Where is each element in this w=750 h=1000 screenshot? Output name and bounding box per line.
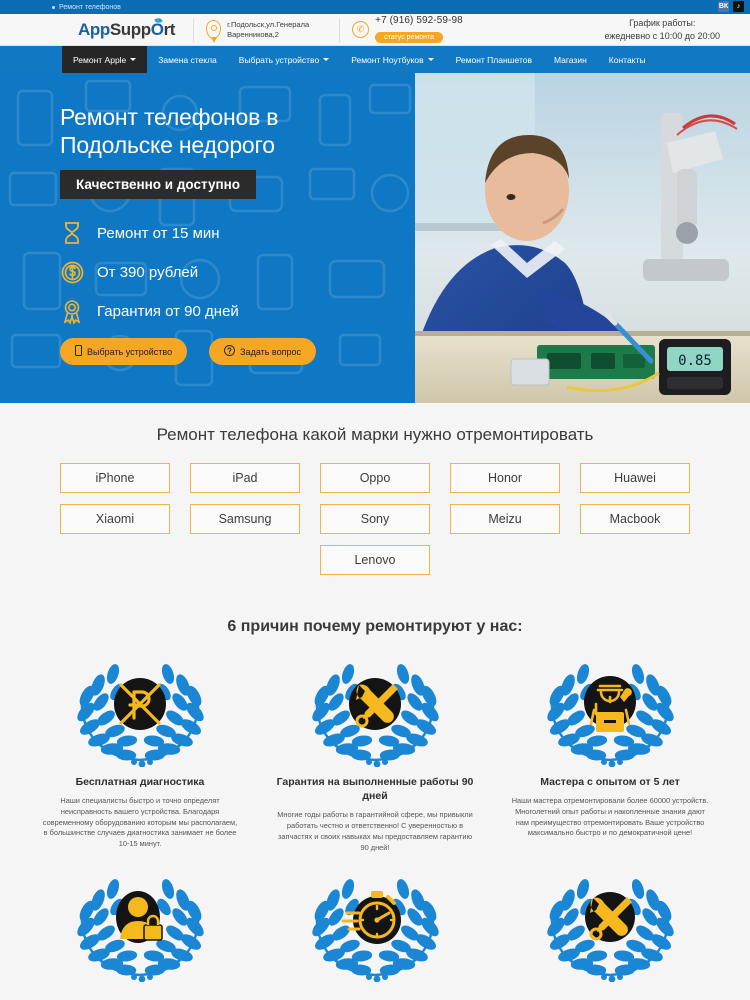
hourglass-icon [60,221,84,245]
phone-device-icon [75,345,82,358]
top-bar-label: Ремонт телефонов [59,3,121,11]
reason-heading: Бесплатная диагностика [75,776,205,788]
crossed-ruble-icon [68,652,213,768]
hero-banner: Ремонт телефонов в Подольске недорого Ка… [0,73,750,403]
reason-card-free-diagnostics: Бесплатная диагностика Наши специалисты … [40,652,240,853]
brand-button-sony[interactable]: Sony [320,504,430,534]
reason-text: Наши мастера отремонтировали более 60000… [511,796,709,838]
hero-title: Ремонт телефонов в Подольске недорого [60,104,279,159]
hero-tagline-badge: Качественно и доступно [60,170,257,200]
coin-dollar-icon [60,260,84,284]
vk-icon[interactable]: ВК [718,1,729,12]
chevron-down-icon [427,58,434,61]
logo-part-app: App [78,19,110,39]
nav-item-magazin[interactable]: Магазин [543,46,598,73]
chevron-down-icon [130,58,137,61]
address-text: г.Подольск,ул.Генерала Варенникова,2 [227,20,310,39]
technician-repair-photo: 0.85 [415,73,750,403]
technician-icon [538,652,683,768]
tools-icon [538,867,683,983]
privacy-lock-icon [68,867,213,983]
map-pin-icon [206,20,222,43]
reason-text: Многие годы работы в гарантийной сфере, … [277,810,473,852]
phone-icon: ✆ [352,21,370,38]
brand-button-oppo[interactable]: Oppo [320,463,430,493]
brand-button-iphone[interactable]: iPhone [60,463,170,493]
bullet-icon [52,5,55,9]
reasons-title: 6 причин почему ремонтируют у нас: [227,618,523,635]
brand-button-meizu[interactable]: Meizu [450,504,560,534]
wrench-screwdriver-icon [303,652,448,768]
question-mark-icon [224,345,236,358]
hero-feature-text: Гарантия от 90 дней [97,302,239,320]
brand-row-2: Xiaomi Samsung Sony Meizu Macbook [0,504,750,534]
reason-card-experienced-masters: Мастера с опытом от 5 лет Наши мастера о… [510,652,710,853]
hero-feature-item: От 390 рублей [60,260,415,284]
top-announcement-bar: Ремонт телефонов ВК ♪ [0,0,750,14]
nav-item-remont-planshetov[interactable]: Ремонт Планшетов [445,46,543,73]
reasons-section: 6 причин почему ремонтируют у нас: Беспл… [0,600,750,991]
reason-card-tools [510,867,710,990]
phone-number[interactable]: +7 (916) 592-59-98 [375,15,463,26]
brand-row-1: iPhone iPad Oppo Honor Huawei [0,463,750,493]
reason-row-1: Бесплатная диагностика Наши специалисты … [0,652,750,853]
hero-feature-text: Ремонт от 15 мин [97,224,220,242]
brand-button-macbook[interactable]: Macbook [580,504,690,534]
main-navigation: Ремонт Apple Замена стекла Выбрать устро… [0,46,750,73]
reason-heading: Мастера с опытом от 5 лет [540,776,680,788]
brand-button-honor[interactable]: Honor [450,463,560,493]
brand-button-samsung[interactable]: Samsung [190,504,300,534]
hero-feature-text: От 390 рублей [97,263,199,281]
hours-value: ежедневно с 10:00 до 20:00 [604,30,720,41]
nav-item-remont-apple[interactable]: Ремонт Apple [62,46,148,73]
logo-part-o: O [151,16,164,39]
brands-title: Ремонт телефона какой марки нужно отремо… [156,425,594,444]
repair-status-button[interactable]: статус ремонта [375,32,444,43]
reason-row-2 [0,867,750,990]
brand-button-xiaomi[interactable]: Xiaomi [60,504,170,534]
logo[interactable]: AppSupp Ort [78,16,176,40]
reason-text: Наши специалисты быстро и точно определя… [42,796,238,849]
top-bar-breadcrumb: Ремонт телефонов [52,4,121,11]
logo-part-supp: Supp [109,19,151,39]
award-medal-icon [60,299,84,324]
nav-item-kontakty[interactable]: Контакты [598,46,657,73]
social-links: ВК ♪ [718,1,744,12]
chevron-down-icon [323,58,330,61]
hero-content: Ремонт телефонов в Подольске недорого Ка… [0,73,415,403]
hero-cta-group: Выбрать устройство Задать вопрос [60,338,415,366]
reason-heading: Гарантия на выполненные работы 90 дней [276,776,474,803]
tiktok-icon[interactable]: ♪ [733,1,744,12]
hero-feature-item: Гарантия от 90 дней [60,299,415,324]
nav-item-remont-noutbukov[interactable]: Ремонт Ноутбуков [340,46,444,73]
brand-button-lenovo[interactable]: Lenovo [320,545,430,575]
hours-title: График работы: [629,17,696,28]
brand-row-3: Lenovo [0,545,750,575]
ask-question-button[interactable]: Задать вопрос [209,338,317,366]
hero-feature-list: Ремонт от 15 мин От 390 рублей Гарантия … [60,221,415,324]
nav-item-zamena-stekla[interactable]: Замена стекла [147,46,228,73]
nav-item-vybrat-ustroystvo[interactable]: Выбрать устройство [228,46,340,73]
svg-text:0.85: 0.85 [678,353,712,369]
phone-block: ✆ +7 (916) 592-59-98 статус ремонта [340,15,475,44]
stopwatch-icon [303,867,448,983]
address-block: г.Подольск,ул.Генерала Варенникова,2 [194,20,321,43]
reason-card-privacy [40,867,240,990]
logo-part-rt: rt [163,19,176,39]
reason-card-speed [275,867,475,990]
brand-button-ipad[interactable]: iPad [190,463,300,493]
reason-card-warranty: Гарантия на выполненные работы 90 дней М… [275,652,475,853]
working-hours: График работы: ежедневно с 10:00 до 20:0… [604,17,720,42]
brand-button-huawei[interactable]: Huawei [580,463,690,493]
brands-section: Ремонт телефона какой марки нужно отремо… [0,403,750,600]
hero-feature-item: Ремонт от 15 мин [60,221,415,245]
site-header: AppSupp Ort г.Подольск,ул.Генерала Варенни… [0,14,750,46]
choose-device-button[interactable]: Выбрать устройство [60,338,188,366]
hero-photo: 0.85 [415,73,750,403]
